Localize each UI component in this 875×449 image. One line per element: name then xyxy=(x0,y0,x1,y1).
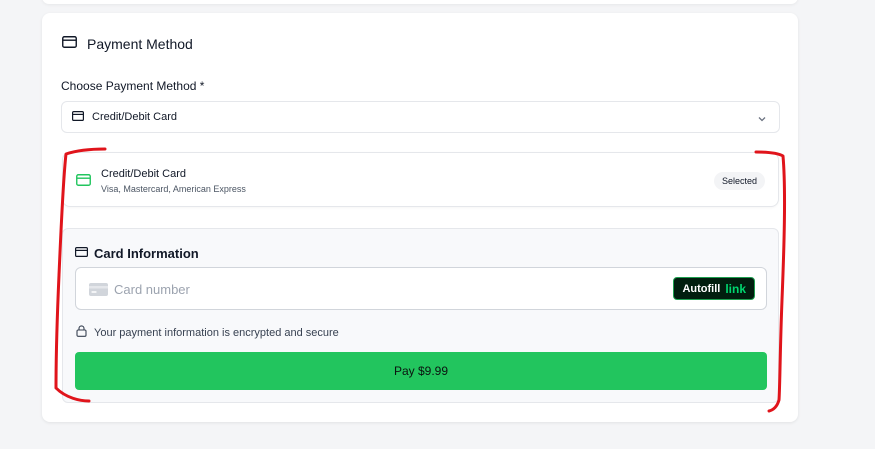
previous-section-card xyxy=(42,0,798,4)
section-title: Payment Method xyxy=(87,36,193,52)
pay-button-label: Pay $9.99 xyxy=(393,364,449,378)
card-info-title: Card Information xyxy=(94,245,199,261)
card-info-header: Card Information xyxy=(75,244,199,262)
option-subtitle: Visa, Mastercard, American Express xyxy=(101,184,246,194)
credit-card-icon xyxy=(72,108,85,126)
secure-text: Your payment information is encrypted an… xyxy=(94,327,339,339)
selected-badge: Selected xyxy=(713,172,765,190)
payment-method-card: Payment Method Choose Payment Method * C… xyxy=(42,13,798,422)
payment-option-credit-card[interactable]: Credit/Debit Card Visa, Mastercard, Amer… xyxy=(62,152,779,207)
payment-method-select[interactable]: Credit/Debit Card xyxy=(61,101,780,133)
card-number-placeholder: Card number xyxy=(114,282,190,297)
payment-method-label: Choose Payment Method * xyxy=(61,79,205,93)
autofill-link-button[interactable]: Autofill link xyxy=(673,277,755,300)
lock-icon xyxy=(76,324,87,342)
card-placeholder-icon xyxy=(89,283,108,301)
credit-card-icon xyxy=(75,244,89,262)
secure-notice: Your payment information is encrypted an… xyxy=(76,324,339,342)
pay-button[interactable]: Pay $9.99 xyxy=(75,352,767,390)
autofill-label: Autofill xyxy=(682,282,721,295)
link-brand-label: link xyxy=(725,281,746,296)
chevron-down-icon xyxy=(757,111,767,129)
card-information-panel: Card Information Card number Autofill li… xyxy=(62,228,779,403)
section-header: Payment Method xyxy=(62,35,193,53)
credit-card-icon xyxy=(62,35,77,53)
credit-card-icon xyxy=(76,173,91,191)
card-number-field[interactable]: Card number Autofill link xyxy=(75,267,767,310)
option-title: Credit/Debit Card xyxy=(101,168,186,180)
payment-method-select-value: Credit/Debit Card xyxy=(92,111,177,123)
